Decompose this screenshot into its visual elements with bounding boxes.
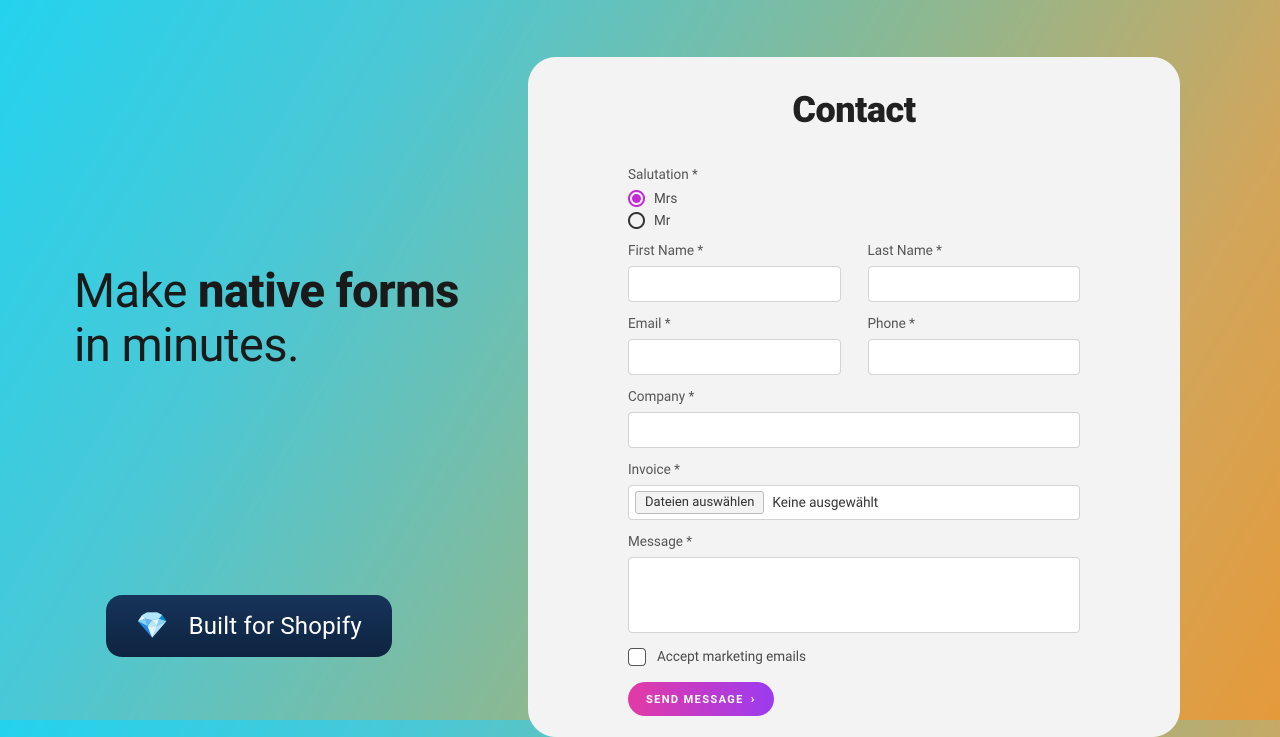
file-status-text: Keine ausgewählt [772,495,878,511]
file-choose-button[interactable]: Dateien auswählen [635,491,764,514]
diamond-icon: 💎 [136,613,169,639]
phone-label: Phone * [868,316,1081,332]
radio-icon-checked [628,190,645,207]
badge-label: Built for Shopify [189,612,362,640]
email-label: Email * [628,316,841,332]
first-name-label: First Name * [628,243,841,259]
last-name-label: Last Name * [868,243,1081,259]
chevron-right-icon: › [751,692,756,706]
radio-mrs[interactable]: Mrs [628,190,1080,207]
headline: Make native forms in minutes. [74,265,494,373]
message-label: Message * [628,534,1080,550]
file-input[interactable]: Dateien auswählen Keine ausgewählt [628,485,1080,520]
salutation-label: Salutation * [628,167,1080,183]
company-label: Company * [628,389,1080,405]
accept-checkbox[interactable] [628,648,646,666]
headline-text-2: in minutes. [74,318,299,373]
last-name-input[interactable] [868,266,1081,302]
radio-mr[interactable]: Mr [628,212,1080,229]
contact-form-card: Contact Salutation * Mrs Mr First Name *… [528,57,1180,737]
radio-icon-unchecked [628,212,645,229]
headline-bold: native forms [198,264,459,319]
send-message-button[interactable]: Send Message › [628,682,774,716]
form-title: Contact [628,89,1080,131]
radio-mrs-label: Mrs [654,191,677,207]
radio-mr-label: Mr [654,213,670,229]
company-input[interactable] [628,412,1080,448]
email-input[interactable] [628,339,841,375]
built-for-shopify-badge: 💎 Built for Shopify [106,595,392,657]
message-textarea[interactable] [628,557,1080,633]
first-name-input[interactable] [628,266,841,302]
phone-input[interactable] [868,339,1081,375]
headline-text-1: Make [74,264,198,319]
accept-checkbox-label: Accept marketing emails [657,649,806,665]
invoice-label: Invoice * [628,462,1080,478]
send-button-label: Send Message [646,693,744,706]
